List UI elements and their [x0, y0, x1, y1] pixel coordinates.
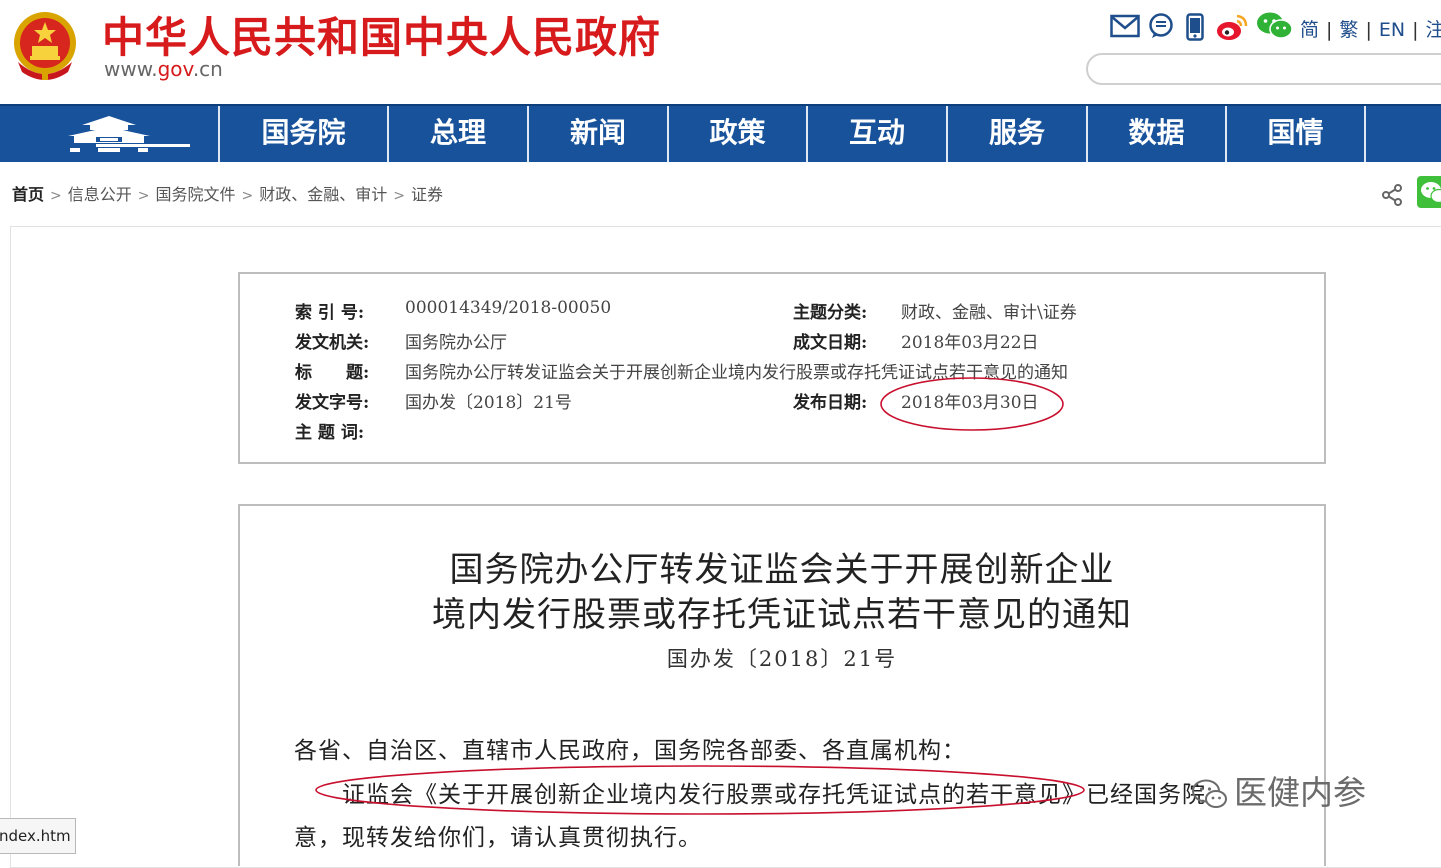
nav-home-tiananmen-icon[interactable]	[0, 106, 218, 162]
chevron-right-icon: >	[50, 188, 62, 204]
main-nav: 国务院 总理 新闻 政策 互动 服务 数据 国情	[0, 104, 1441, 162]
body-paragraph-line-1: 证监会《关于开展创新企业境内发行股票或存托凭证试点的若干意见》已经国务院	[342, 782, 1206, 808]
message-icon[interactable]	[1148, 13, 1174, 43]
topic-category-value: 财政、金融、审计\证券	[901, 303, 1077, 323]
wechat-watermark-icon	[1192, 779, 1227, 808]
nav-item-services[interactable]: 服务	[948, 106, 1086, 162]
mobile-icon[interactable]	[1186, 13, 1204, 45]
chevron-right-icon: >	[393, 188, 405, 204]
language-links: 简 | 繁 | EN | 注	[1300, 15, 1441, 42]
breadcrumb-info-disclosure[interactable]: 信息公开	[68, 185, 132, 204]
nav-item-data[interactable]: 数据	[1088, 106, 1225, 162]
lang-english[interactable]: EN	[1379, 19, 1405, 41]
chevron-right-icon: >	[241, 188, 254, 204]
written-date-label: 成文日期:	[793, 333, 868, 353]
document-title: 国务院办公厅转发证监会关于开展创新企业 境内发行股票或存托凭证试点若干意见的通知	[240, 548, 1324, 638]
breadcrumb-securities[interactable]: 证券	[411, 185, 443, 204]
lang-simplified[interactable]: 简	[1300, 19, 1319, 41]
watermark: 医健内参	[1190, 766, 1366, 814]
search-input[interactable]	[1086, 53, 1441, 85]
body-paragraph-line-2: 意，现转发给你们，请认真贯彻执行。	[294, 825, 702, 851]
national-emblem-icon	[12, 10, 78, 82]
document-number-label: 发文字号:	[295, 393, 370, 413]
salutation: 各省、自治区、直辖市人民政府，国务院各部委、各直属机构：	[294, 738, 966, 764]
lang-register[interactable]: 注	[1425, 19, 1441, 41]
title-label: 标 题:	[295, 363, 370, 383]
document-metadata-box: 索 引 号: 000014349/2018-00050 主题分类: 财政、金融、…	[238, 272, 1326, 464]
document-title-line-1: 国务院办公厅转发证监会关于开展创新企业	[449, 550, 1115, 590]
nav-item-premier[interactable]: 总理	[389, 106, 527, 162]
email-icon[interactable]	[1110, 13, 1140, 43]
nav-item-interaction[interactable]: 互动	[808, 106, 946, 162]
share-icon[interactable]	[1380, 183, 1404, 211]
document-number: 国办发〔2018〕21号	[666, 647, 898, 671]
title-value: 国务院办公厅转发证监会关于开展创新企业境内发行股票或存托凭证试点若干意见的通知	[405, 363, 1068, 383]
nav-item-news[interactable]: 新闻	[529, 106, 667, 162]
document-number-value: 国办发〔2018〕21号	[405, 393, 572, 413]
breadcrumb-state-council-docs[interactable]: 国务院文件	[156, 185, 236, 204]
nav-item-national-conditions[interactable]: 国情	[1227, 106, 1364, 162]
status-bar-url: ndex.htm	[0, 818, 76, 854]
chevron-right-icon: >	[137, 188, 150, 204]
site-domain: www.gov.cn	[104, 57, 223, 81]
written-date-value: 2018年03月22日	[901, 333, 1039, 353]
lang-traditional[interactable]: 繁	[1339, 19, 1358, 41]
index-number-value: 000014349/2018-00050	[405, 298, 612, 318]
nav-item-state-council[interactable]: 国务院	[220, 106, 387, 162]
index-number-label: 索 引 号:	[295, 303, 365, 323]
site-name[interactable]: 中华人民共和国中央人民政府	[102, 4, 661, 65]
wechat-icon[interactable]	[1256, 11, 1294, 45]
keywords-label: 主 题 词:	[295, 423, 365, 443]
nav-item-policy[interactable]: 政策	[669, 106, 806, 162]
publish-date-value: 2018年03月30日	[901, 393, 1039, 413]
breadcrumb-home[interactable]: 首页	[12, 185, 44, 204]
weibo-icon[interactable]	[1215, 12, 1249, 46]
issuing-authority-label: 发文机关:	[295, 333, 370, 353]
publish-date-label: 发布日期:	[793, 393, 868, 413]
document-title-line-2: 境内发行股票或存托凭证试点若干意见的通知	[432, 595, 1132, 635]
breadcrumb-finance[interactable]: 财政、金融、审计	[259, 185, 387, 204]
wechat-share-icon[interactable]	[1417, 176, 1441, 208]
breadcrumb: 首页 > 信息公开 > 国务院文件 > 财政、金融、审计 > 证券	[12, 181, 443, 205]
topic-category-label: 主题分类:	[793, 303, 868, 323]
issuing-authority-value: 国务院办公厅	[405, 333, 507, 353]
